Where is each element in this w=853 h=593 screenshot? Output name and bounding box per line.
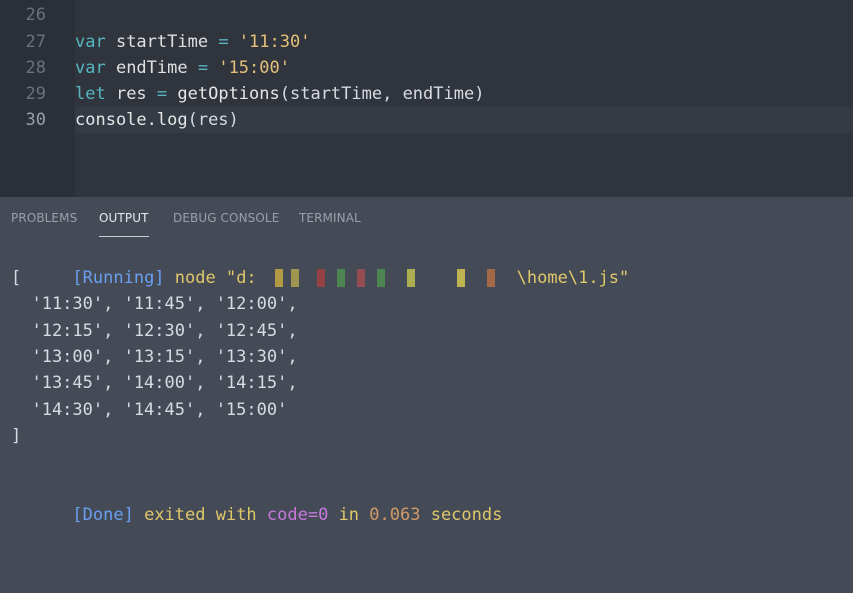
output-done-line: [Done] exited with code=0 in 0.063 secon…	[11, 476, 502, 525]
tab-terminal[interactable]: TERMINAL	[299, 211, 361, 233]
tab-output[interactable]: OUTPUT	[99, 211, 149, 237]
done-text-1: exited with	[133, 505, 267, 525]
code-token: var	[75, 58, 106, 78]
code-token: (res)	[187, 110, 239, 130]
code-token: =	[197, 58, 209, 78]
command-suffix: \home\1.js"	[516, 268, 630, 288]
output-result-line: '12:15', '12:30', '12:45',	[11, 320, 298, 341]
code-line-content: var startTime = '11:30'	[75, 29, 310, 55]
code-line-content: console.log(res)	[75, 107, 239, 133]
redacted-path	[256, 269, 517, 287]
code-token: endTime	[105, 58, 198, 78]
bottom-panel: PROBLEMS OUTPUT DEBUG CONSOLE TERMINAL […	[0, 197, 853, 593]
command-prefix: node "d:	[164, 268, 257, 288]
line-number: 28	[25, 58, 46, 78]
done-text-3: seconds	[420, 505, 503, 525]
code-token: res	[105, 84, 157, 104]
code-line-content: var endTime = '15:00'	[75, 55, 290, 81]
line-number: 26	[25, 5, 46, 25]
line-number-gutter: 26 27 28 29 30	[0, 0, 75, 197]
output-result-line: '13:45', '14:00', '14:15',	[11, 373, 298, 394]
line-number: 29	[25, 84, 46, 104]
output-result-line: ]	[11, 425, 22, 446]
output-result-line: [	[11, 268, 22, 288]
done-text-2: in	[328, 505, 370, 525]
code-editor[interactable]: 26 27 28 29 30 var startTime = '11:30' var en…	[0, 0, 853, 197]
code-token: getOptions	[167, 84, 280, 104]
line-number: 30	[25, 110, 46, 130]
output-result-line: '14:30', '14:45', '15:00'	[11, 399, 288, 420]
code-line[interactable]	[75, 2, 853, 28]
code-line[interactable]: var startTime = '11:30'	[75, 29, 853, 55]
code-token: startTime	[105, 32, 219, 52]
code-line[interactable]: console.log(res)	[75, 107, 853, 133]
done-tag: [Done]	[72, 505, 134, 525]
output-result-line: '13:00', '13:15', '13:30',	[11, 346, 298, 367]
code-line[interactable]: var endTime = '15:00'	[75, 55, 853, 81]
output-running-line: [Running] node "d: \home\1.js"	[11, 239, 629, 288]
line-number: 27	[25, 32, 46, 52]
output-result-line: '11:30', '11:45', '12:00',	[11, 294, 298, 315]
tab-debug-console[interactable]: DEBUG CONSOLE	[173, 211, 279, 233]
running-tag: [Running]	[72, 268, 165, 288]
code-token: (startTime, endTime)	[279, 84, 485, 104]
code-token: =	[218, 32, 229, 52]
code-token: '15:00'	[208, 58, 290, 78]
code-area[interactable]: var startTime = '11:30' var endTime = '15…	[75, 0, 853, 197]
code-token: console.log	[75, 110, 188, 130]
code-line-content: let res = getOptions(startTime, endTime)	[75, 81, 484, 107]
code-token: '11:30'	[228, 32, 311, 52]
code-token: let	[75, 84, 106, 104]
tab-problems[interactable]: PROBLEMS	[11, 211, 77, 233]
code-line[interactable]: let res = getOptions(startTime, endTime)	[75, 81, 853, 107]
exit-code: code=0	[266, 505, 329, 525]
code-token: =	[156, 84, 168, 104]
code-token: var	[75, 32, 106, 52]
elapsed-time: 0.063	[369, 505, 421, 525]
panel-tabs: PROBLEMS OUTPUT DEBUG CONSOLE TERMINAL	[0, 197, 853, 237]
